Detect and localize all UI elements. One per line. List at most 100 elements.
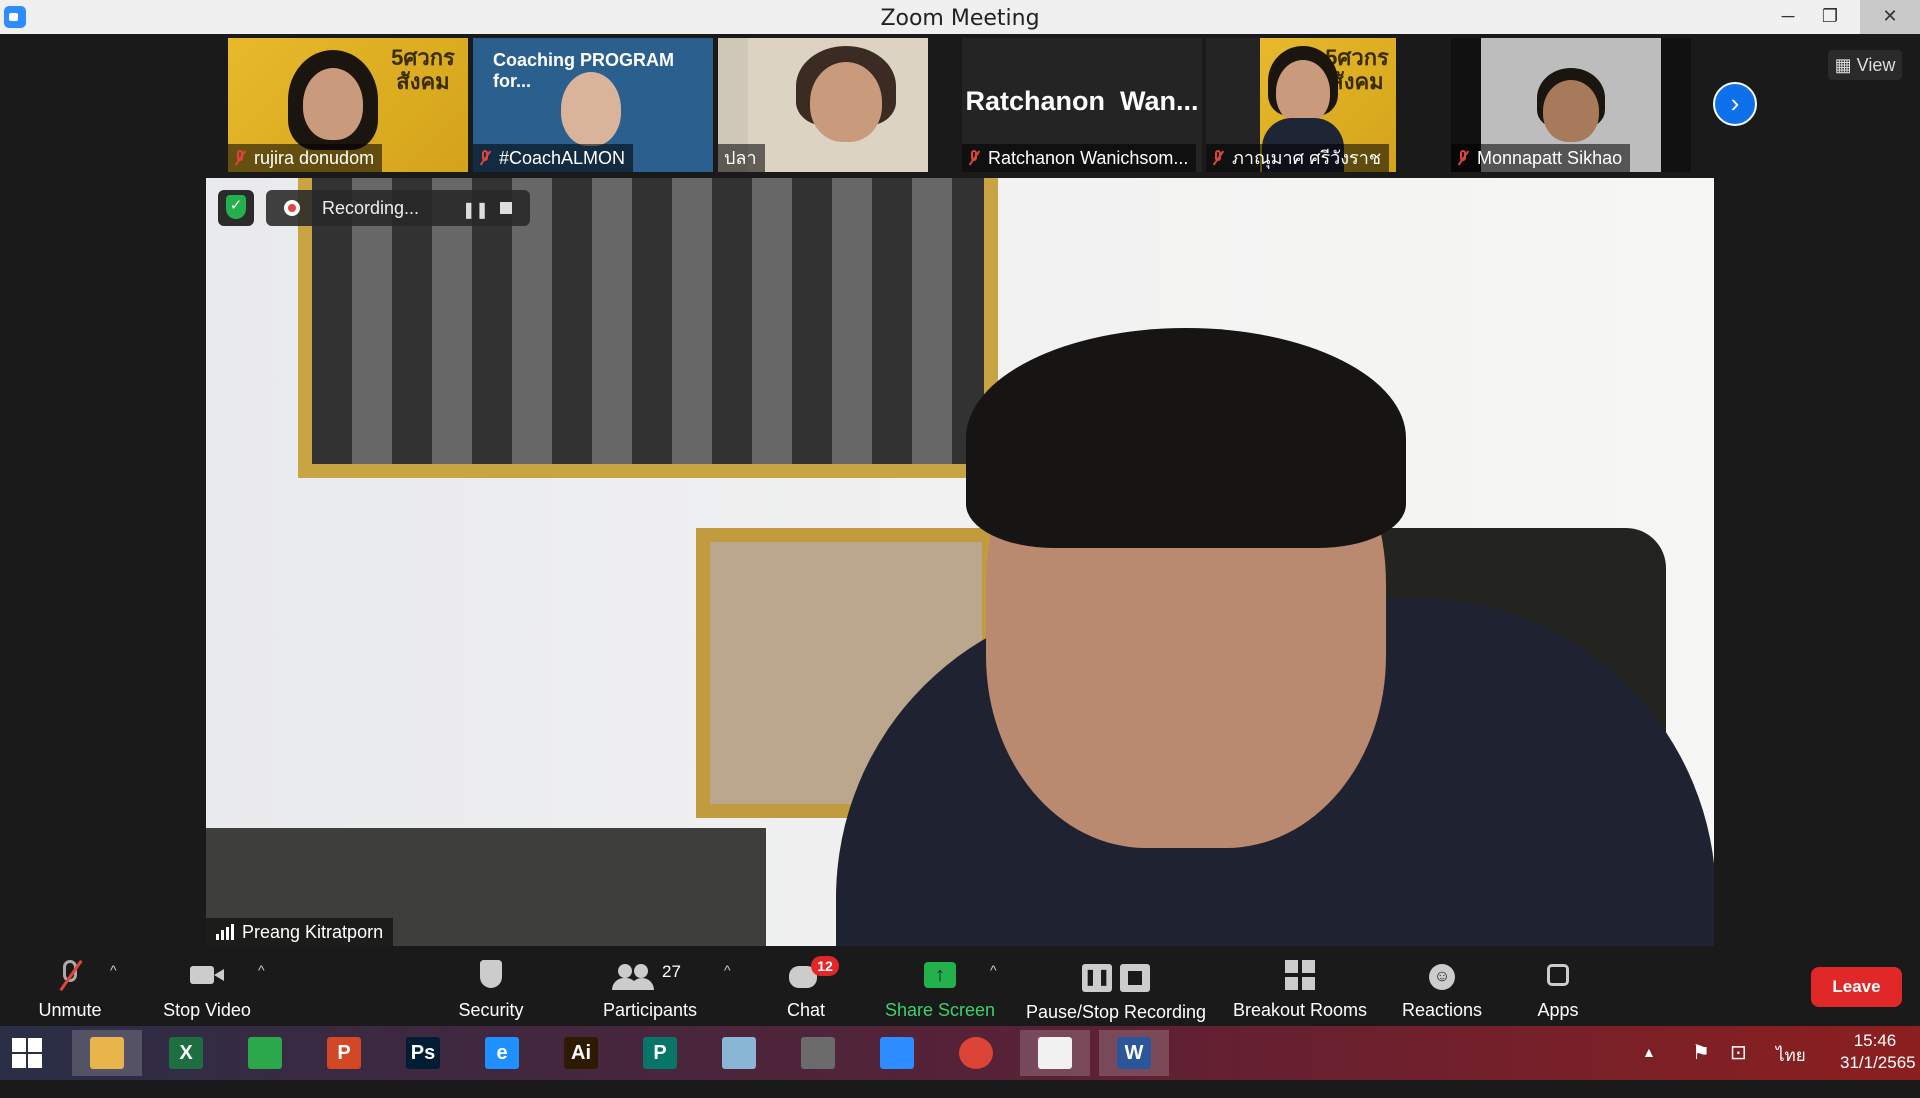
presentation-icon [1038, 1037, 1072, 1069]
participants-label: Participants [602, 1000, 698, 1020]
taskbar-app-button[interactable]: Ai [546, 1030, 616, 1076]
mic-muted-icon [1212, 149, 1224, 167]
recording-icon [284, 200, 300, 216]
share-screen-button[interactable]: ↑ Share Screen [880, 948, 1000, 1026]
pause-recording-button[interactable]: ❚❚ [462, 200, 489, 220]
unmute-button[interactable]: Unmute [20, 948, 120, 1026]
participant-name-label: Monnapatt Sikhao [1451, 144, 1631, 172]
clock[interactable]: 15:46 31/1/2565 [1840, 1030, 1916, 1084]
store-icon [248, 1037, 282, 1069]
participant-big-name: Ratchanon Wan... [965, 86, 1199, 116]
chat-label: Chat [786, 1000, 826, 1020]
taskbar-app-button[interactable]: W [1099, 1030, 1169, 1076]
photoscape-icon [801, 1037, 835, 1069]
mic-muted-icon [479, 149, 491, 167]
poster-text: 5ศวกร สังคม [391, 45, 455, 94]
chevron-right-icon: › [1730, 88, 1740, 118]
taskbar-app-button[interactable]: X [151, 1030, 221, 1076]
taskbar-app-button[interactable]: Ps [388, 1030, 458, 1076]
security-label: Security [458, 1000, 524, 1020]
minimize-icon[interactable]: ─ [1766, 0, 1810, 34]
view-label: View [1856, 55, 1896, 75]
speaker-hair [966, 328, 1406, 548]
participant-tile[interactable]: ปลา [718, 38, 928, 172]
participant-name-label: ภาณุมาศ ศรีวังราช [1206, 144, 1390, 172]
participant-tile[interactable]: Monnapatt Sikhao [1451, 38, 1691, 172]
security-shield-icon[interactable] [218, 190, 254, 226]
chat-button[interactable]: 12 Chat [776, 948, 839, 1026]
mic-muted-icon [234, 149, 246, 167]
video-camera-icon [188, 958, 226, 992]
face [810, 62, 882, 142]
network-icon[interactable]: ⊡ [1730, 1040, 1747, 1094]
view-button[interactable]: ▦ View [1828, 50, 1902, 80]
participant-name: Ratchanon Wanichsom... [988, 148, 1189, 168]
participants-icon: 27 [610, 958, 690, 992]
clock-date: 31/1/2565 [1840, 1053, 1916, 1072]
taskbar-app-button[interactable]: P [625, 1030, 695, 1076]
participant-name: rujira donudom [254, 148, 375, 168]
recording-label: Recording... [322, 198, 420, 218]
taskbar-app-button[interactable]: e [467, 1030, 537, 1076]
mic-muted-icon [968, 149, 980, 167]
internet-explorer-icon: e [485, 1037, 519, 1069]
taskbar-app-button[interactable]: P [309, 1030, 379, 1076]
participant-tile[interactable]: 5ศวกร สังคม rujira donudom [228, 38, 468, 172]
taskbar-app-button[interactable] [1020, 1030, 1090, 1076]
chat-bubble-icon: 12 [787, 956, 839, 992]
breakout-rooms-label: Breakout Rooms [1232, 1000, 1368, 1020]
breakout-rooms-button[interactable]: Breakout Rooms [1230, 948, 1370, 1026]
stop-video-button[interactable]: Stop Video [152, 948, 262, 1026]
mic-muted-icon [51, 958, 89, 992]
illustrator-icon: Ai [564, 1037, 598, 1069]
participant-name-label: Ratchanon Wanichsom... [962, 144, 1197, 172]
participant-tile[interactable]: 5ศวกร สังคม ภาณุมาศ ศรีวังราช [1206, 38, 1396, 172]
stop-recording-button[interactable] [500, 202, 512, 214]
input-language[interactable]: ไทย [1776, 1042, 1806, 1096]
participant-tile[interactable]: Coaching PROGRAM for... #CoachALMON [473, 38, 713, 172]
show-hidden-icons-icon[interactable]: ▲ [1642, 1044, 1656, 1098]
apps-button[interactable]: Apps [1518, 948, 1598, 1026]
participant-tile[interactable]: Ratchanon Wan... Ratchanon Wanichsom... [962, 38, 1202, 172]
excel-icon: X [169, 1037, 203, 1069]
breakout-rooms-icon [1281, 958, 1319, 992]
shield-icon [472, 958, 510, 992]
participants-count: 27 [662, 962, 681, 981]
close-icon[interactable]: ✕ [1860, 0, 1920, 34]
recording-controls-label: Pause/Stop Recording [1025, 1002, 1207, 1022]
next-page-button[interactable]: › [1713, 82, 1757, 126]
taskbar-app-button[interactable] [862, 1030, 932, 1076]
pause-stop-icons: ❚❚ [1080, 958, 1152, 992]
publisher-icon: P [643, 1037, 677, 1069]
taskbar-app-button[interactable] [941, 1030, 1011, 1076]
title-bar: Zoom Meeting ─ ❐ ✕ [0, 0, 1920, 34]
windows-start-icon[interactable] [12, 1038, 42, 1068]
participants-options-caret-icon[interactable]: ^ [724, 962, 731, 978]
pause-stop-recording-button[interactable]: ❚❚ Pause/Stop Recording [1024, 948, 1208, 1026]
chrome-icon [959, 1037, 993, 1069]
participant-name: #CoachALMON [499, 148, 626, 168]
share-options-caret-icon[interactable]: ^ [990, 962, 997, 978]
photoshop-icon: Ps [406, 1037, 440, 1069]
apps-icon [1539, 958, 1577, 992]
taskbar-app-button[interactable] [230, 1030, 300, 1076]
share-screen-icon: ↑ [921, 958, 959, 992]
face [1276, 60, 1330, 124]
windows-taskbar: X P Ps e Ai P W [0, 1026, 1920, 1080]
taskbar-app-button[interactable] [72, 1030, 142, 1076]
taskbar-app-button[interactable] [783, 1030, 853, 1076]
security-button[interactable]: Security [446, 948, 536, 1026]
action-center-flag-icon[interactable]: ⚑ [1692, 1040, 1710, 1094]
taskbar-app-button[interactable] [704, 1030, 774, 1076]
leave-button[interactable]: Leave [1811, 967, 1902, 1007]
restore-icon[interactable]: ❐ [1808, 0, 1852, 34]
reactions-button[interactable]: ☺ Reactions [1392, 948, 1492, 1026]
video-options-caret-icon[interactable]: ^ [258, 962, 265, 978]
speaker-name-label: Preang Kitratporn [206, 918, 394, 946]
participants-button[interactable]: 27 Participants [590, 948, 710, 1026]
audio-options-caret-icon[interactable]: ^ [110, 962, 117, 978]
face [561, 72, 621, 146]
word-icon: W [1117, 1037, 1151, 1069]
participant-name-label: #CoachALMON [473, 144, 634, 172]
participant-name: ภาณุมาศ ศรีวังราช [1232, 148, 1382, 168]
